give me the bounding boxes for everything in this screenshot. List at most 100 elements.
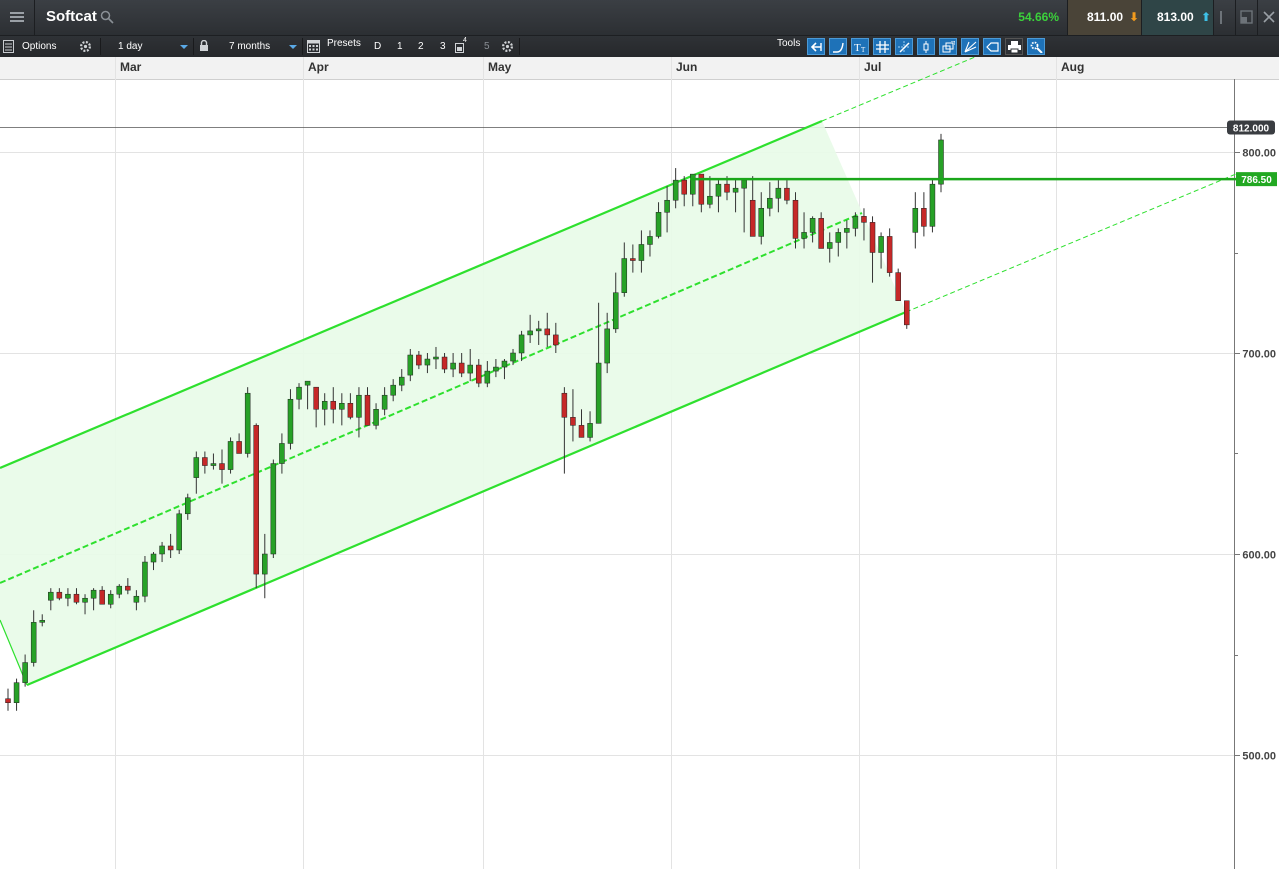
candle-body: [236, 441, 242, 454]
candle: [244, 387, 251, 458]
resize-handle-icon[interactable]: [1213, 0, 1236, 35]
candle: [921, 192, 927, 237]
tools-label: Tools: [777, 38, 801, 49]
preset-4[interactable]: 4: [463, 30, 467, 51]
candle: [886, 228, 893, 277]
svg-text:T: T: [854, 42, 861, 53]
candle-body: [792, 199, 799, 239]
candle-body: [869, 222, 876, 253]
options-gear-icon[interactable]: [79, 40, 92, 53]
preset-1[interactable]: 1: [397, 36, 403, 57]
candle-body: [476, 364, 482, 384]
crosshair-tool-icon[interactable]: [895, 38, 913, 55]
candle: [904, 300, 910, 329]
sell-price-button[interactable]: 811.00 ⬇: [1067, 0, 1142, 35]
presets-gear-icon[interactable]: [501, 40, 514, 53]
lock-icon[interactable]: [199, 40, 209, 52]
candle: [895, 268, 901, 301]
candle-body: [253, 425, 259, 575]
candle: [13, 678, 20, 711]
price-label-700.00: 700.00: [1242, 349, 1276, 361]
candle-body: [116, 585, 123, 595]
candle-body: [262, 553, 268, 575]
candle-body: [330, 400, 337, 410]
candle-body: [202, 457, 208, 466]
candle-body: [364, 394, 371, 426]
candle-body: [835, 232, 842, 243]
print-tool-icon[interactable]: [1005, 38, 1023, 55]
candle-body: [544, 328, 551, 336]
text-tool-icon[interactable]: TT: [851, 38, 869, 55]
candle-body: [279, 443, 285, 464]
panel-icon[interactable]: [3, 40, 14, 53]
buy-price-button[interactable]: 813.00 ⬆: [1141, 0, 1214, 35]
candle-body: [844, 228, 850, 233]
month-label-jun: Jun: [676, 60, 697, 74]
back-arrow-tool-icon[interactable]: [807, 38, 825, 55]
candle-body: [886, 236, 893, 273]
candle: [5, 688, 11, 711]
candle-body: [767, 197, 773, 209]
candle-body: [347, 403, 354, 418]
tag-tool-icon[interactable]: [983, 38, 1001, 55]
candle-body: [664, 199, 670, 213]
candle-body: [595, 362, 602, 424]
price-label-800.00: 800.00: [1242, 148, 1276, 160]
buy-arrow-icon: ⬆: [1201, 10, 1212, 24]
fib-tool-icon[interactable]: [961, 38, 979, 55]
interval-select[interactable]: 1 day: [118, 36, 142, 57]
trend-channel[interactable]: [0, 57, 1237, 687]
menu-icon[interactable]: [0, 0, 35, 35]
candle-body: [39, 620, 45, 623]
candle-body: [5, 698, 11, 703]
channel-lower-extension: [905, 173, 1237, 313]
search-icon[interactable]: [100, 10, 114, 24]
candle-body: [929, 183, 936, 227]
candle-body: [878, 236, 884, 253]
candle-tool-icon[interactable]: [917, 38, 935, 55]
settings-tool-icon[interactable]: [1027, 38, 1045, 55]
popout-icon[interactable]: [1235, 0, 1258, 35]
preset-5[interactable]: 5: [484, 36, 490, 57]
candle-body: [501, 360, 508, 368]
grid-tool-icon[interactable]: [873, 38, 891, 55]
curve-tool-icon[interactable]: [829, 38, 847, 55]
svg-text:T: T: [861, 46, 866, 53]
current-price-value: 812.000: [1233, 124, 1270, 135]
candle-body: [938, 139, 944, 185]
period-select[interactable]: 7 months: [229, 36, 270, 57]
calendar-icon[interactable]: [307, 39, 320, 53]
candle-body: [176, 513, 182, 551]
preset-3[interactable]: 3: [440, 36, 446, 57]
interval-chevron-down-icon[interactable]: [180, 45, 188, 49]
candle: [912, 192, 919, 249]
layers-tool-icon[interactable]: [939, 38, 957, 55]
candle-body: [90, 589, 97, 599]
current-price-tag: 812.000: [1227, 120, 1275, 135]
candle-body: [655, 212, 662, 237]
preset-2[interactable]: 2: [418, 36, 424, 57]
candle-body: [801, 232, 807, 239]
price-chart[interactable]: Mar Apr May Jun Jul Aug 800.00 700.00 600.00 500…: [0, 57, 1279, 869]
candle-body: [715, 183, 722, 197]
resistance-price-tag: 786.50: [1236, 172, 1277, 187]
candle-body: [681, 179, 687, 195]
candle-body: [758, 208, 764, 237]
candlestick-chart[interactable]: Mar Apr May Jun Jul Aug 800.00 700.00 600.00 500…: [0, 57, 1279, 869]
options-button[interactable]: Options: [22, 36, 56, 57]
candle-body: [904, 300, 910, 326]
candle-body: [270, 463, 277, 555]
candle-body: [56, 591, 63, 599]
candle-body: [732, 187, 739, 193]
preset-d[interactable]: D: [374, 36, 381, 57]
candle-body: [373, 409, 379, 426]
candle-body: [458, 362, 465, 374]
close-icon[interactable]: [1257, 0, 1279, 35]
candle-body: [561, 392, 568, 418]
channel-middle-line: [0, 212, 863, 584]
period-chevron-down-icon[interactable]: [289, 45, 297, 49]
candle-body: [304, 380, 311, 386]
month-label-jul: Jul: [864, 60, 881, 74]
candle-body: [219, 463, 225, 470]
candle-body: [441, 356, 448, 370]
